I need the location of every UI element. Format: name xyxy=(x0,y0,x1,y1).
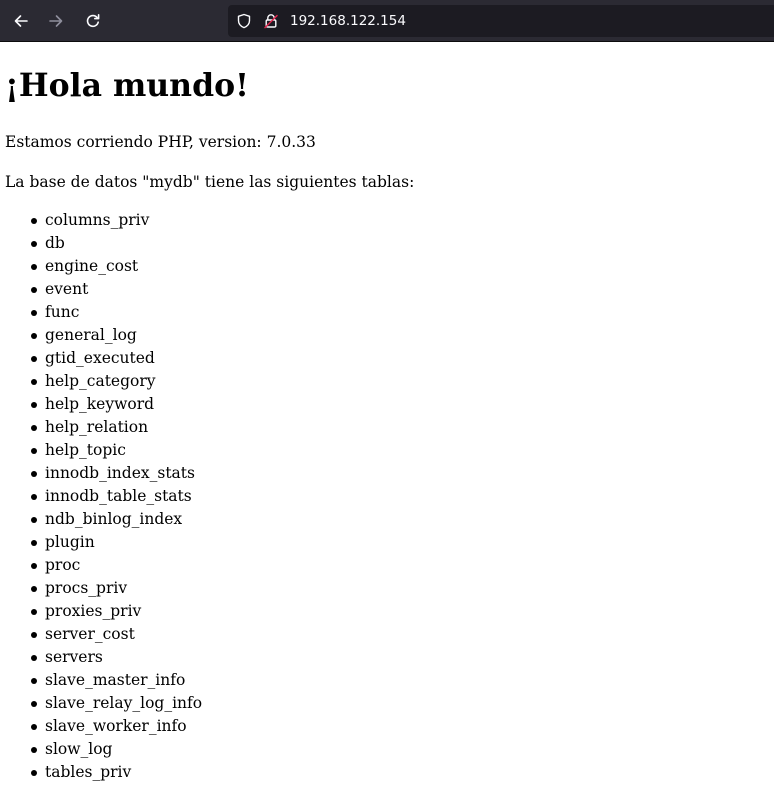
bullet-icon xyxy=(31,770,37,776)
address-bar[interactable]: 192.168.122.154 xyxy=(228,5,774,37)
bullet-icon xyxy=(31,655,37,661)
bullet-icon xyxy=(31,310,37,316)
list-item: slow_log xyxy=(0,738,202,761)
bullet-icon xyxy=(31,517,37,523)
table-name: slave_master_info xyxy=(45,671,186,689)
table-name: gtid_executed xyxy=(45,349,155,367)
list-item: help_keyword xyxy=(0,393,202,416)
bullet-icon xyxy=(31,494,37,500)
database-intro-text: La base de datos "mydb" tiene las siguie… xyxy=(5,173,415,191)
list-item: help_category xyxy=(0,370,202,393)
list-item: func xyxy=(0,301,202,324)
bullet-icon xyxy=(31,747,37,753)
bullet-icon xyxy=(31,287,37,293)
table-name: server_cost xyxy=(45,625,135,643)
list-item: plugin xyxy=(0,531,202,554)
list-item: tables_priv xyxy=(0,761,202,784)
bullet-icon xyxy=(31,448,37,454)
list-item: innodb_index_stats xyxy=(0,462,202,485)
table-name: help_keyword xyxy=(45,395,155,413)
list-item: gtid_executed xyxy=(0,347,202,370)
list-item: ndb_binlog_index xyxy=(0,508,202,531)
table-name: slave_relay_log_info xyxy=(45,694,203,712)
list-item: help_relation xyxy=(0,416,202,439)
list-item: proxies_priv xyxy=(0,600,202,623)
reload-button[interactable] xyxy=(79,7,107,35)
back-button[interactable] xyxy=(7,7,35,35)
table-name: help_relation xyxy=(45,418,149,436)
bullet-icon xyxy=(31,563,37,569)
list-item: procs_priv xyxy=(0,577,202,600)
bullet-icon xyxy=(31,218,37,224)
table-name: ndb_binlog_index xyxy=(45,510,183,528)
list-item: event xyxy=(0,278,202,301)
table-name: columns_priv xyxy=(45,211,150,229)
table-name: proxies_priv xyxy=(45,602,142,620)
list-item: engine_cost xyxy=(0,255,202,278)
table-name: slow_log xyxy=(45,740,113,758)
bullet-icon xyxy=(31,241,37,247)
list-item: help_topic xyxy=(0,439,202,462)
table-name: tables_priv xyxy=(45,763,132,781)
bullet-icon xyxy=(31,402,37,408)
bullet-icon xyxy=(31,586,37,592)
insecure-lock-icon[interactable] xyxy=(263,13,279,34)
table-name: db xyxy=(45,234,65,252)
bullet-icon xyxy=(31,609,37,615)
bullet-icon xyxy=(31,425,37,431)
table-name: general_log xyxy=(45,326,137,344)
page-content: ¡Hola mundo! Estamos corriendo PHP, vers… xyxy=(0,42,774,785)
forward-button[interactable] xyxy=(42,7,70,35)
bullet-icon xyxy=(31,471,37,477)
list-item: proc xyxy=(0,554,202,577)
table-name: event xyxy=(45,280,89,298)
list-item: slave_worker_info xyxy=(0,715,202,738)
bullet-icon xyxy=(31,264,37,270)
table-name: slave_worker_info xyxy=(45,717,187,735)
table-name: help_category xyxy=(45,372,156,390)
list-item: slave_relay_log_info xyxy=(0,692,202,715)
table-name: innodb_index_stats xyxy=(45,464,195,482)
bullet-icon xyxy=(31,701,37,707)
table-name: innodb_table_stats xyxy=(45,487,192,505)
table-name: procs_priv xyxy=(45,579,128,597)
list-item: general_log xyxy=(0,324,202,347)
bullet-icon xyxy=(31,678,37,684)
table-name: func xyxy=(45,303,80,321)
page-heading: ¡Hola mundo! xyxy=(5,67,249,104)
table-list: columns_privdb engine_costevent func genera… xyxy=(0,209,202,784)
reload-icon xyxy=(85,13,101,29)
bullet-icon xyxy=(31,379,37,385)
table-name: servers xyxy=(45,648,103,666)
bullet-icon xyxy=(31,632,37,638)
arrow-right-icon xyxy=(48,13,64,29)
bullet-icon xyxy=(31,356,37,362)
list-item: db xyxy=(0,232,202,255)
table-name: plugin xyxy=(45,533,95,551)
bullet-icon xyxy=(31,333,37,339)
bullet-icon xyxy=(31,540,37,546)
table-name: engine_cost xyxy=(45,257,139,275)
list-item: servers xyxy=(0,646,202,669)
table-name: proc xyxy=(45,556,81,574)
list-item: innodb_table_stats xyxy=(0,485,202,508)
php-version-text: Estamos corriendo PHP, version: 7.0.33 xyxy=(5,133,316,151)
browser-toolbar: 192.168.122.154 xyxy=(0,0,774,42)
list-item: server_cost xyxy=(0,623,202,646)
list-item: columns_priv xyxy=(0,209,202,232)
table-name: help_topic xyxy=(45,441,126,459)
arrow-left-icon xyxy=(13,13,29,29)
bullet-icon xyxy=(31,724,37,730)
list-item: slave_master_info xyxy=(0,669,202,692)
url-text[interactable]: 192.168.122.154 xyxy=(290,12,406,30)
shield-icon[interactable] xyxy=(236,13,252,34)
